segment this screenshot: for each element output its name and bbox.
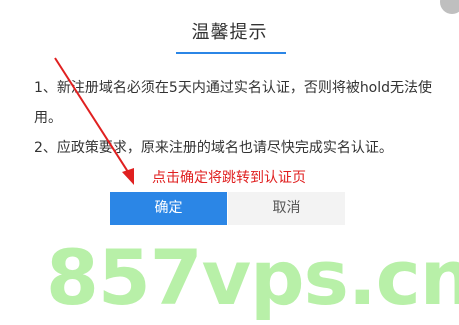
notice-dialog: 温馨提示 1、新注册域名必须在5天内通过实名认证，否则将被hold无法使用。 2… — [0, 0, 459, 325]
watermark: 857vps.cn — [46, 233, 459, 322]
